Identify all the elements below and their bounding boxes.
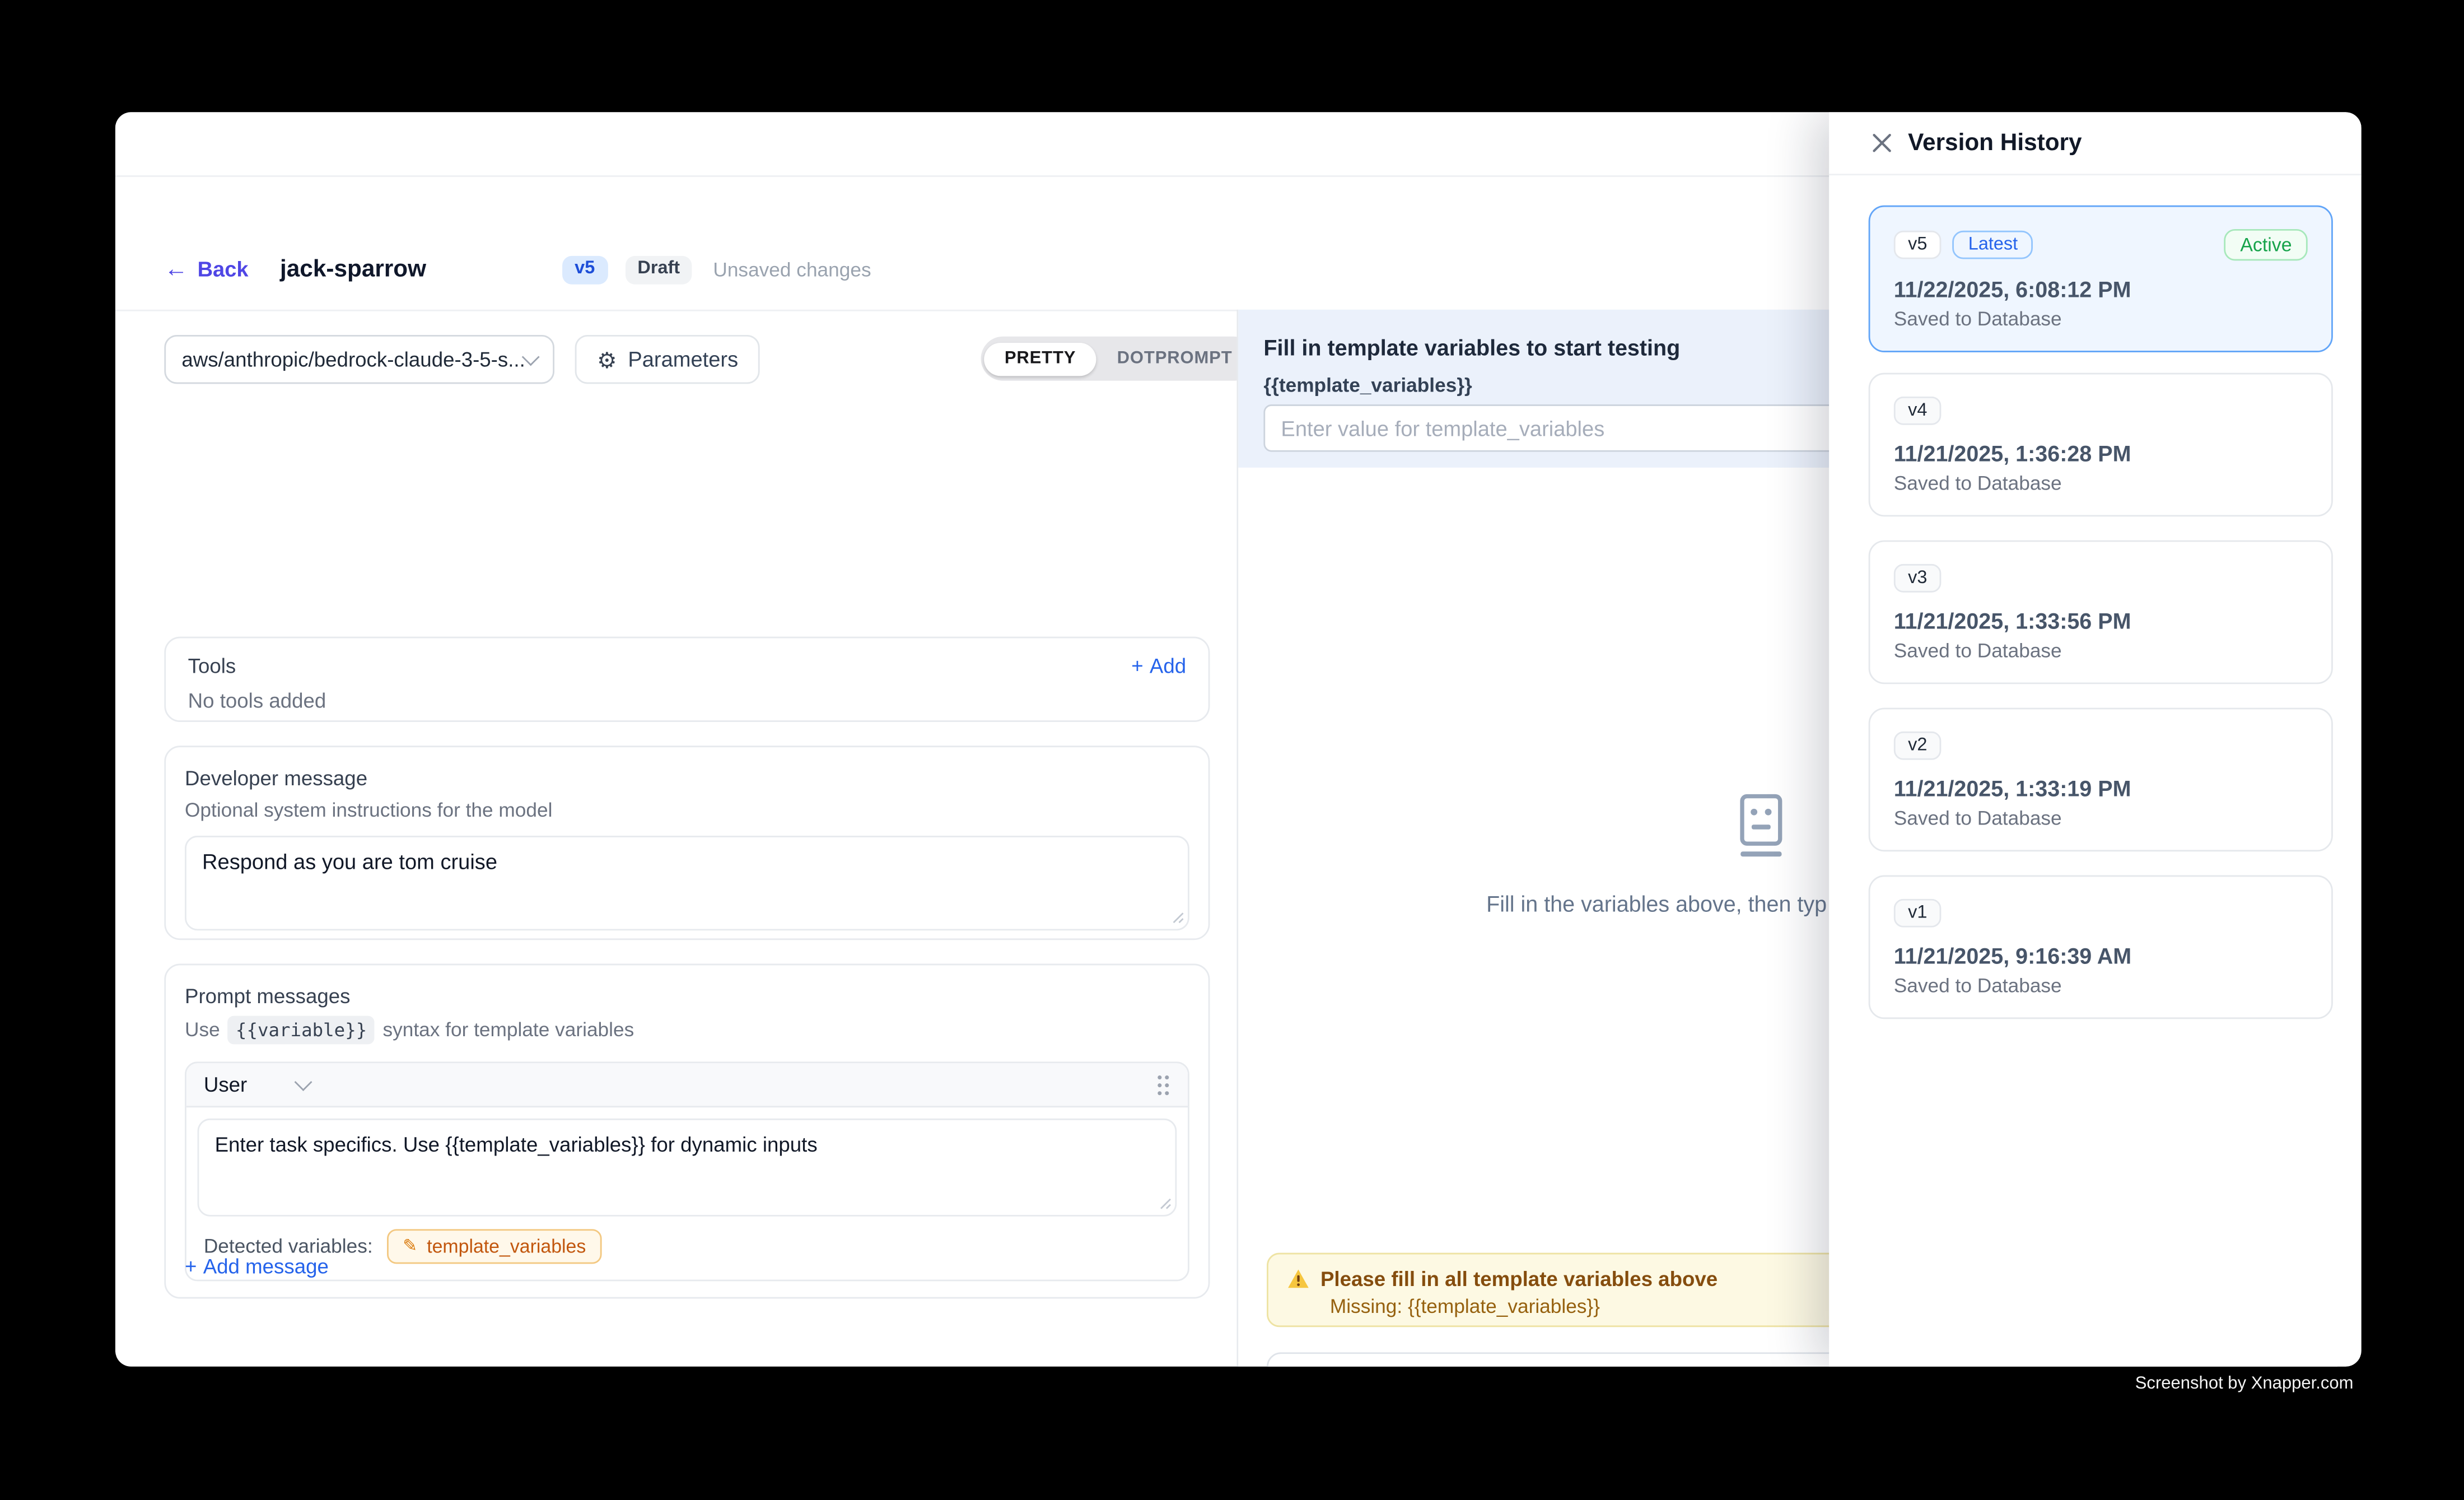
variable-syntax-chip: {{variable}} — [228, 1016, 375, 1045]
page-title: jack-sparrow — [280, 257, 426, 283]
banner-title: Fill in template variables to start test… — [1263, 335, 1680, 360]
version-card-v4[interactable]: v4 11/21/2025, 1:36:28 PM Saved to Datab… — [1869, 373, 2333, 517]
chevron-down-icon — [295, 1073, 313, 1091]
parameters-label: Parameters — [628, 348, 738, 371]
version-timestamp: 11/21/2025, 1:33:19 PM — [1894, 776, 2308, 801]
warning-icon — [1287, 1269, 1309, 1289]
tools-section: Tools + Add No tools added — [164, 637, 1210, 722]
arrow-left-icon: ← — [164, 258, 188, 281]
warning-title: Please fill in all template variables ab… — [1320, 1267, 1718, 1291]
screenshot-stage: ← Back jack-sparrow v5 Draft Unsaved cha… — [0, 0, 2464, 1500]
drawer-title: Version History — [1908, 129, 2082, 156]
version-tag: v5 — [1894, 231, 1942, 259]
add-message-button[interactable]: + Add message — [185, 1254, 329, 1278]
back-button[interactable]: ← Back — [164, 258, 248, 281]
version-storage: Saved to Database — [1894, 472, 2308, 494]
model-selector[interactable]: aws/anthropic/bedrock-claude-3-5-s... — [164, 335, 554, 384]
parameters-button[interactable]: ⚙ Parameters — [575, 335, 760, 384]
active-badge: Active — [2224, 229, 2308, 260]
version-tag: v1 — [1894, 899, 1942, 928]
user-message-input[interactable]: Enter task specifics. Use {{template_var… — [198, 1119, 1177, 1217]
version-card-v5[interactable]: v5 Latest Active 11/22/2025, 6:08:12 PM … — [1869, 206, 2333, 352]
version-tag: v4 — [1894, 397, 1942, 425]
gear-icon: ⚙ — [597, 348, 617, 370]
version-timestamp: 11/22/2025, 6:08:12 PM — [1894, 277, 2308, 302]
version-badge: v5 — [562, 256, 608, 283]
role-selector[interactable]: User — [204, 1073, 310, 1096]
version-storage: Saved to Database — [1894, 308, 2308, 330]
role-label: User — [204, 1073, 247, 1096]
version-timestamp: 11/21/2025, 1:33:56 PM — [1894, 608, 2308, 633]
pencil-icon: ✎ — [403, 1238, 417, 1255]
latest-badge: Latest — [1953, 231, 2034, 259]
tools-title: Tools — [188, 654, 236, 678]
plus-icon: + — [185, 1254, 197, 1278]
prompt-message-item: User Enter task — [185, 1061, 1189, 1281]
version-card-v3[interactable]: v3 11/21/2025, 1:33:56 PM Saved to Datab… — [1869, 541, 2333, 684]
version-timestamp: 11/21/2025, 9:16:39 AM — [1894, 943, 2308, 968]
watermark-text: Screenshot by Xnapper.com — [2135, 1375, 2354, 1394]
unsaved-changes-label: Unsaved changes — [713, 259, 871, 281]
version-storage: Saved to Database — [1894, 975, 2308, 996]
version-storage: Saved to Database — [1894, 807, 2308, 829]
version-list: v5 Latest Active 11/22/2025, 6:08:12 PM … — [1869, 206, 2333, 1043]
model-selector-value: aws/anthropic/bedrock-claude-3-5-s... — [181, 348, 524, 371]
developer-message-subtitle: Optional system instructions for the mod… — [185, 799, 1189, 821]
add-tool-button[interactable]: + Add — [1131, 654, 1186, 678]
version-tag: v3 — [1894, 564, 1942, 593]
empty-state-text: Fill in the variables above, then typ — [1486, 891, 1827, 916]
version-history-drawer: Version History v5 Latest Active 11/22/2… — [1829, 112, 2362, 1366]
prompt-messages-title: Prompt messages — [185, 984, 1189, 1008]
view-mode-toggle: PRETTY DOTPROMPT — [981, 337, 1256, 381]
template-variable-chip[interactable]: ✎ template_variables — [387, 1229, 601, 1264]
drag-handle-icon[interactable] — [1156, 1072, 1170, 1097]
developer-message-section: Developer message Optional system instru… — [164, 746, 1210, 940]
template-variable-name: {{template_variables}} — [1263, 374, 1472, 396]
app-window: ← Back jack-sparrow v5 Draft Unsaved cha… — [115, 112, 2362, 1366]
developer-message-title: Developer message — [185, 766, 1189, 790]
prompt-messages-section: Prompt messages Use {{variable}} syntax … — [164, 964, 1210, 1299]
draft-badge: Draft — [625, 256, 693, 283]
syntax-hint: Use {{variable}} syntax for template var… — [185, 1016, 1189, 1045]
tab-pretty[interactable]: PRETTY — [984, 342, 1096, 375]
version-card-v2[interactable]: v2 11/21/2025, 1:33:19 PM Saved to Datab… — [1869, 708, 2333, 852]
chevron-down-icon — [522, 347, 540, 365]
tools-empty-text: No tools added — [188, 689, 1187, 712]
bot-face-icon — [1729, 793, 1793, 870]
version-storage: Saved to Database — [1894, 640, 2308, 662]
tab-dotprompt[interactable]: DOTPROMPT — [1096, 342, 1253, 375]
version-card-v1[interactable]: v1 11/21/2025, 9:16:39 AM Saved to Datab… — [1869, 875, 2333, 1019]
close-icon[interactable] — [1872, 133, 1892, 153]
back-label: Back — [198, 258, 249, 281]
developer-message-input[interactable]: Respond as you are tom cruise — [185, 836, 1189, 930]
version-tag: v2 — [1894, 732, 1942, 760]
message-role-header: User — [186, 1063, 1188, 1107]
drawer-header: Version History — [1829, 112, 2362, 175]
plus-icon: + — [1131, 654, 1143, 678]
version-timestamp: 11/21/2025, 1:36:28 PM — [1894, 441, 2308, 466]
